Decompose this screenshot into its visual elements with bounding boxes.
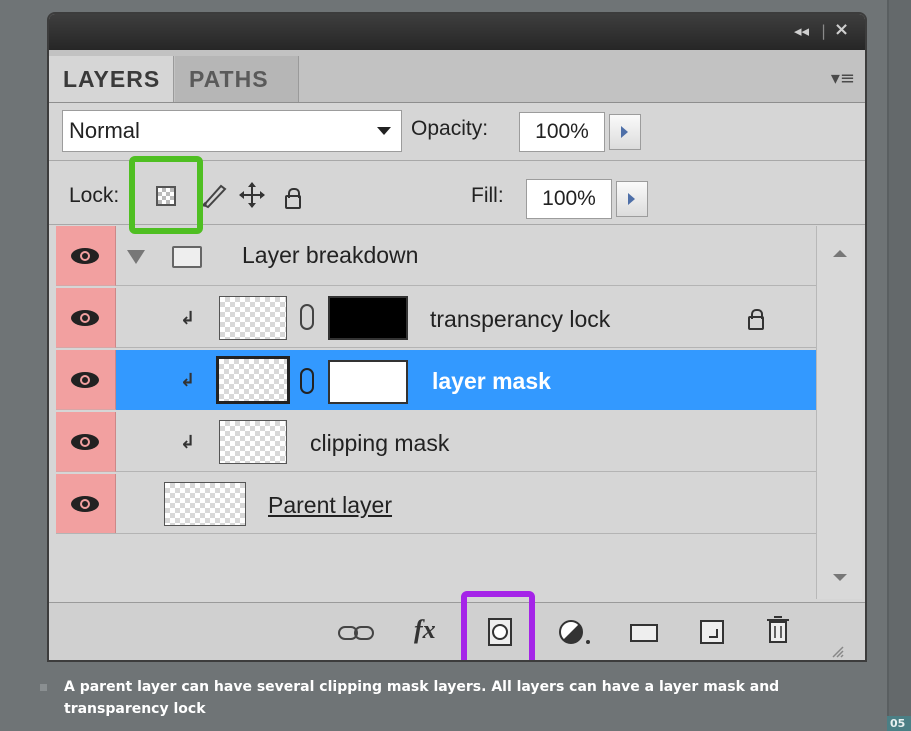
opacity-label: Opacity: <box>411 117 489 140</box>
titlebar-divider: | <box>821 22 827 40</box>
eye-icon <box>71 372 99 388</box>
layer-name: Parent layer <box>268 492 393 518</box>
trash-icon[interactable] <box>765 613 791 643</box>
corner-badge: 05 <box>887 716 911 731</box>
bottom-toolbar: fx <box>49 602 865 660</box>
tab-layers[interactable]: LAYERS <box>49 56 174 102</box>
adjustment-layer-icon[interactable] <box>557 617 595 647</box>
row-separator <box>116 347 816 348</box>
opacity-slider-button[interactable] <box>609 114 641 150</box>
eye-icon <box>71 434 99 450</box>
tab-bar: LAYERS PATHS ▾≡ <box>49 50 865 103</box>
caption: A parent layer can have several clipping… <box>64 679 780 717</box>
chain-link-icon[interactable] <box>300 368 314 394</box>
fill-field[interactable]: 100% <box>526 179 612 219</box>
scroll-up-icon[interactable] <box>833 250 847 257</box>
layer-row-parent-layer[interactable]: Parent layer <box>56 474 816 534</box>
layer-name: transperancy lock <box>430 306 611 332</box>
layers-scrollbar[interactable] <box>816 226 862 599</box>
fx-icon[interactable]: fx <box>414 615 436 645</box>
layer-name: clipping mask <box>310 430 450 456</box>
lock-image-pixels-icon[interactable] <box>199 180 229 210</box>
tab-paths[interactable]: PATHS <box>175 56 299 102</box>
lock-label: Lock: <box>69 184 120 207</box>
new-group-icon[interactable] <box>629 621 659 651</box>
blend-mode-value: Normal <box>69 118 140 143</box>
chain-link-icon[interactable] <box>300 304 314 330</box>
padlock-icon <box>748 309 764 330</box>
visibility-toggle[interactable] <box>56 226 116 286</box>
clip-arrow-icon: ↲ <box>180 432 196 453</box>
layer-row-group[interactable]: Layer breakdown <box>56 226 816 286</box>
layer-mask-thumbnail[interactable] <box>328 296 408 340</box>
layer-thumbnail[interactable] <box>219 296 287 340</box>
layer-thumbnail[interactable] <box>164 482 246 526</box>
visibility-toggle[interactable] <box>56 474 116 534</box>
lock-position-icon[interactable] <box>237 180 267 210</box>
layer-row-clipping-mask[interactable]: ↲ clipping mask <box>56 412 816 472</box>
layer-mask-thumbnail[interactable] <box>328 360 408 404</box>
right-rail <box>887 0 911 731</box>
close-icon[interactable]: × <box>834 19 849 40</box>
chevron-down-icon <box>377 127 391 135</box>
row-separator <box>56 533 816 534</box>
panel-titlebar: ◂◂ | × <box>49 14 865 50</box>
panel-menu-icon[interactable]: ▾≡ <box>831 68 855 89</box>
layer-thumbnail[interactable] <box>216 356 290 404</box>
clip-arrow-icon: ↲ <box>180 370 196 391</box>
collapse-icon[interactable]: ◂◂ <box>794 22 809 40</box>
layer-name: layer mask <box>432 368 551 394</box>
eye-icon <box>71 496 99 512</box>
link-layers-icon[interactable] <box>337 623 377 653</box>
blend-mode-select[interactable]: Normal <box>62 110 402 152</box>
fill-slider-button[interactable] <box>616 181 648 217</box>
visibility-toggle[interactable] <box>56 350 116 410</box>
folder-icon <box>172 246 202 268</box>
eye-icon <box>71 248 99 264</box>
caption-bullet <box>40 684 47 691</box>
new-layer-icon[interactable] <box>699 619 725 649</box>
visibility-toggle[interactable] <box>56 288 116 348</box>
opacity-field[interactable]: 100% <box>519 112 605 152</box>
lock-transparency-highlight <box>129 156 203 234</box>
expand-triangle-icon[interactable] <box>127 250 145 264</box>
resize-grip-icon[interactable] <box>829 643 845 659</box>
layer-row-layer-mask[interactable]: ↲ layer mask <box>56 350 816 410</box>
layers-list: Layer breakdown ↲ transperancy lock ↲ la… <box>56 226 816 599</box>
clip-arrow-icon: ↲ <box>180 308 196 329</box>
lock-all-icon[interactable] <box>285 188 301 209</box>
row-separator <box>116 285 816 286</box>
layers-panel: ◂◂ | × LAYERS PATHS ▾≡ Normal Opacity: 1… <box>47 12 867 662</box>
fill-label: Fill: <box>471 184 504 207</box>
scroll-down-icon[interactable] <box>833 574 847 581</box>
layer-mask-button-highlight <box>461 591 535 660</box>
layer-thumbnail[interactable] <box>219 420 287 464</box>
layer-name: Layer breakdown <box>242 242 419 268</box>
visibility-toggle[interactable] <box>56 412 116 472</box>
row-separator <box>116 471 816 472</box>
layer-row-transparency-lock[interactable]: ↲ transperancy lock <box>56 288 816 348</box>
eye-icon <box>71 310 99 326</box>
